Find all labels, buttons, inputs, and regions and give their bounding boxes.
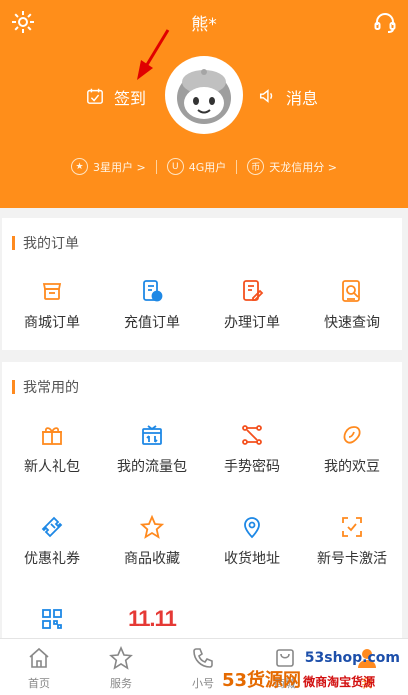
watermark-slogan: 微商淘宝货源 xyxy=(303,675,376,689)
speaker-icon xyxy=(258,87,278,107)
network-badge-icon: U xyxy=(166,158,184,175)
avatar[interactable] xyxy=(165,56,243,134)
gift-icon xyxy=(39,422,65,448)
mall-order-label: 商城订单 xyxy=(24,315,80,331)
handle-order-icon xyxy=(239,278,265,304)
phone-icon xyxy=(190,645,216,671)
coin-badge-icon: 币 xyxy=(247,158,265,175)
user-info-bar: ★ 3星用户 > U 4G用户 币 天龙信用分 > xyxy=(0,158,408,175)
common-title: 我常用的 xyxy=(23,380,79,396)
divider xyxy=(155,159,157,174)
double-eleven-icon: 11.11 xyxy=(128,606,177,631)
accent-bar xyxy=(12,380,15,394)
message-label: 消息 xyxy=(286,89,319,108)
watermark-brand-line: 53货源网 微商淘宝货源 xyxy=(222,666,375,692)
data-package-label: 我的流量包 xyxy=(117,459,187,475)
watermark: 53shop.com 53货源网 微商淘宝货源 xyxy=(222,648,406,694)
coupon-icon xyxy=(39,514,65,540)
nav-service-label: 服务 xyxy=(110,677,132,690)
shipping-address-button[interactable]: 收货地址 xyxy=(202,514,302,568)
checkin-button[interactable]: 签到 xyxy=(86,85,146,109)
network-type-item: U 4G用户 xyxy=(166,158,227,175)
sim-activate-label: 新号卡激活 xyxy=(317,551,387,567)
orders-title: 我的订单 xyxy=(23,236,79,252)
checkin-label: 签到 xyxy=(114,89,147,108)
recharge-order-icon xyxy=(139,278,165,304)
qr-code-icon xyxy=(39,606,65,632)
gesture-password-button[interactable]: 手势密码 xyxy=(202,422,302,476)
handle-order-label: 办理订单 xyxy=(224,315,280,331)
quick-query-label: 快速查询 xyxy=(324,315,380,331)
sim-activate-button[interactable]: 新号卡激活 xyxy=(302,514,402,568)
common-features-section: 我常用的 新人礼包 我的流量包 手势密码 我的欢豆 优惠礼券 商品收藏 收货地址… xyxy=(2,362,402,638)
newbie-gift-label: 新人礼包 xyxy=(24,459,80,475)
my-beans-button[interactable]: 我的欢豆 xyxy=(302,422,402,476)
my-orders-section: 我的订单 商城订单 充值订单 办理订单 快速查询 xyxy=(2,218,402,350)
favorite-star-icon xyxy=(139,514,165,540)
double-eleven-button[interactable]: 11.11 xyxy=(102,606,202,632)
recharge-order-label: 充值订单 xyxy=(124,315,180,331)
credit-score-item[interactable]: 币 天龙信用分 > xyxy=(247,158,337,175)
nav-home[interactable]: 首页 xyxy=(9,645,69,691)
message-button[interactable]: 消息 xyxy=(258,85,318,109)
gesture-password-icon xyxy=(239,422,265,448)
recharge-order-button[interactable]: 充值订单 xyxy=(102,278,202,332)
newbie-gift-button[interactable]: 新人礼包 xyxy=(2,422,102,476)
credit-score-label: 天龙信用分 > xyxy=(269,160,337,174)
favorites-label: 商品收藏 xyxy=(124,551,180,567)
star-level-label: 3星用户 > xyxy=(93,160,146,174)
mall-order-icon xyxy=(39,278,65,304)
nav-home-label: 首页 xyxy=(28,677,50,690)
customer-service-headset-icon[interactable] xyxy=(372,9,398,35)
my-beans-label: 我的欢豆 xyxy=(324,459,380,475)
star-level-item[interactable]: ★ 3星用户 > xyxy=(71,158,146,175)
red-arrow-annotation xyxy=(137,29,170,80)
qr-code-button[interactable] xyxy=(2,606,102,632)
username: 熊* xyxy=(191,15,217,35)
watermark-brand: 53货源网 xyxy=(222,670,302,691)
favorites-button[interactable]: 商品收藏 xyxy=(102,514,202,568)
profile-header: 熊* 签到 消息 ★ 3星用户 > U 4G用户 币 天龙信用分 > xyxy=(0,0,408,208)
quick-query-button[interactable]: 快速查询 xyxy=(302,278,402,332)
sim-activate-icon xyxy=(339,514,365,540)
coupon-button[interactable]: 优惠礼券 xyxy=(2,514,102,568)
shipping-address-label: 收货地址 xyxy=(224,551,280,567)
watermark-url: 53shop.com xyxy=(304,650,400,666)
quick-query-icon xyxy=(339,278,365,304)
data-package-icon xyxy=(139,422,165,448)
home-icon xyxy=(26,645,52,671)
gesture-password-label: 手势密码 xyxy=(224,459,280,475)
calendar-check-icon xyxy=(86,87,106,107)
section-title: 我的订单 xyxy=(12,233,79,253)
data-package-button[interactable]: 我的流量包 xyxy=(102,422,202,476)
service-star-icon xyxy=(108,645,134,671)
section-title: 我常用的 xyxy=(12,377,79,397)
mall-order-button[interactable]: 商城订单 xyxy=(2,278,102,332)
accent-bar xyxy=(12,236,15,250)
divider xyxy=(236,159,238,174)
nav-sub-number-label: 小号 xyxy=(192,677,214,690)
coupon-label: 优惠礼券 xyxy=(24,551,80,567)
location-pin-icon xyxy=(239,514,265,540)
handle-order-button[interactable]: 办理订单 xyxy=(202,278,302,332)
star-badge-icon: ★ xyxy=(71,158,89,175)
bean-icon xyxy=(339,422,365,448)
nav-service[interactable]: 服务 xyxy=(91,645,151,691)
network-type-label: 4G用户 xyxy=(188,160,227,174)
